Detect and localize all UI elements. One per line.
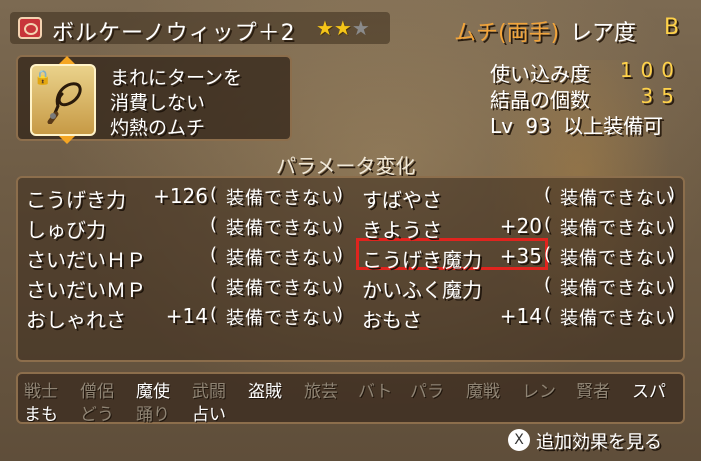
param-status: 装備できない bbox=[560, 248, 674, 269]
crystals-row: 結晶の個数 35 bbox=[490, 84, 690, 112]
item-effect-line: 灼熱のムチ bbox=[110, 117, 206, 139]
rarity-value: B bbox=[664, 15, 680, 40]
job-label: 占い bbox=[192, 405, 226, 425]
paren-close: ) bbox=[336, 184, 345, 205]
x-button-icon: X bbox=[508, 429, 530, 451]
param-name: おもさ bbox=[362, 308, 422, 332]
paren-close: ) bbox=[668, 244, 677, 265]
param-status: 装備できない bbox=[560, 278, 674, 299]
paren-close: ) bbox=[668, 274, 677, 295]
job-label: 戦士 bbox=[24, 382, 58, 402]
paren-close: ) bbox=[336, 214, 345, 235]
param-name: きようさ bbox=[362, 218, 442, 242]
item-header: ボルケーノウィップ＋2 ★★★ ムチ(両手) レア度 B bbox=[10, 8, 690, 48]
param-value: +126 bbox=[153, 184, 208, 208]
job-label: 魔戦 bbox=[466, 382, 500, 402]
job-list-panel: 戦士 僧侶 魔使 武闘 盗賊 旅芸 バト パラ 魔戦 レン 賢者 スパまも どう 踊り 占い bbox=[16, 372, 685, 425]
paren-close: ) bbox=[668, 304, 677, 325]
paren-open: ( bbox=[544, 274, 553, 295]
empty-star-icon: ★ bbox=[351, 16, 370, 40]
param-name: さいだいＨＰ bbox=[26, 248, 146, 272]
param-status: 装備できない bbox=[560, 308, 674, 329]
param-value: +35 bbox=[499, 244, 542, 268]
parameter-panel: こうげき力 +126(装備できない) しゅび力(装備できない) さいだいＨＰ(装備でき… bbox=[16, 176, 685, 362]
job-label: スパ bbox=[632, 382, 666, 402]
paren-open: ( bbox=[544, 184, 553, 205]
job-label: 魔使 bbox=[136, 382, 170, 402]
item-effect-line: 消費しない bbox=[110, 92, 206, 114]
param-name: おしゃれさ bbox=[26, 308, 126, 332]
show-extra-effects-label: 追加効果を見る bbox=[536, 432, 662, 453]
paren-close: ) bbox=[668, 214, 677, 235]
job-label: 賢者 bbox=[576, 382, 610, 402]
arrow-up-icon[interactable] bbox=[59, 56, 75, 64]
param-status: 装備できない bbox=[226, 278, 340, 299]
paren-close: ) bbox=[336, 274, 345, 295]
level-row: Lv 93 以上装備可 bbox=[490, 110, 690, 138]
job-label: レン bbox=[522, 382, 556, 402]
item-icon-selector[interactable]: 🔒 bbox=[30, 56, 96, 144]
paren-close: ) bbox=[668, 184, 677, 205]
whip-icon bbox=[47, 82, 82, 124]
param-status: 装備できない bbox=[560, 188, 674, 209]
crystals-value: 35 bbox=[640, 84, 682, 108]
param-value: +14 bbox=[499, 304, 542, 328]
rating-stars: ★★★ bbox=[316, 16, 370, 40]
param-value: +14 bbox=[165, 304, 208, 328]
paren-open: ( bbox=[544, 244, 553, 265]
job-label: 僧侶 bbox=[80, 382, 114, 402]
param-name: すばやさ bbox=[362, 188, 442, 212]
paren-open: ( bbox=[544, 214, 553, 235]
parameter-title: パラメータ変化 bbox=[276, 154, 416, 178]
paren-open: ( bbox=[210, 244, 219, 265]
paren-open: ( bbox=[210, 304, 219, 325]
paren-open: ( bbox=[544, 304, 553, 325]
item-name: ボルケーノウィップ＋2 bbox=[52, 21, 296, 46]
job-label: 踊り bbox=[136, 405, 170, 425]
job-label: パラ bbox=[410, 382, 444, 402]
filled-star-icon: ★★ bbox=[316, 16, 352, 40]
param-status: 装備できない bbox=[560, 218, 674, 239]
job-label: バト bbox=[358, 382, 393, 402]
level-label: Lv bbox=[490, 114, 513, 138]
param-name: こうげき力 bbox=[26, 188, 126, 212]
param-name: さいだいＭＰ bbox=[26, 278, 146, 302]
arrow-down-icon[interactable] bbox=[59, 136, 75, 144]
paren-open: ( bbox=[210, 214, 219, 235]
param-name: こうげき魔力 bbox=[362, 248, 482, 272]
paren-close: ) bbox=[336, 304, 345, 325]
param-value: +20 bbox=[499, 214, 542, 238]
rarity-label: レア度 bbox=[570, 21, 637, 46]
job-label: 盗賊 bbox=[248, 382, 282, 402]
job-label: まも bbox=[24, 405, 58, 425]
level-value: 93 bbox=[525, 114, 551, 138]
paren-open: ( bbox=[210, 274, 219, 295]
crystals-label: 結晶の個数 bbox=[490, 88, 590, 112]
param-status: 装備できない bbox=[226, 308, 340, 329]
proficiency-row: 使い込み度 100 bbox=[490, 58, 690, 86]
param-name: しゅび力 bbox=[26, 218, 106, 242]
param-status: 装備できない bbox=[226, 218, 340, 239]
param-status: 装備できない bbox=[226, 248, 340, 269]
param-name: かいふく魔力 bbox=[362, 278, 482, 302]
item-title-bar: ボルケーノウィップ＋2 ★★★ bbox=[10, 12, 390, 46]
job-label: どう bbox=[80, 405, 114, 425]
item-effect-line: まれにターンを bbox=[110, 67, 243, 89]
paren-close: ) bbox=[336, 244, 345, 265]
item-detail-panel: 🔒 まれにターンを 消費しない 灼熱のムチ bbox=[16, 55, 292, 144]
param-status: 装備できない bbox=[226, 188, 340, 209]
paren-open: ( bbox=[210, 184, 219, 205]
level-suffix: 以上装備可 bbox=[563, 114, 664, 138]
job-label: 武闘 bbox=[192, 382, 226, 402]
proficiency-label: 使い込み度 bbox=[490, 62, 590, 86]
job-label: 旅芸 bbox=[304, 382, 338, 402]
whip-type-icon bbox=[18, 17, 42, 39]
proficiency-value: 100 bbox=[619, 58, 682, 82]
weapon-type: ムチ(両手) bbox=[454, 21, 560, 46]
